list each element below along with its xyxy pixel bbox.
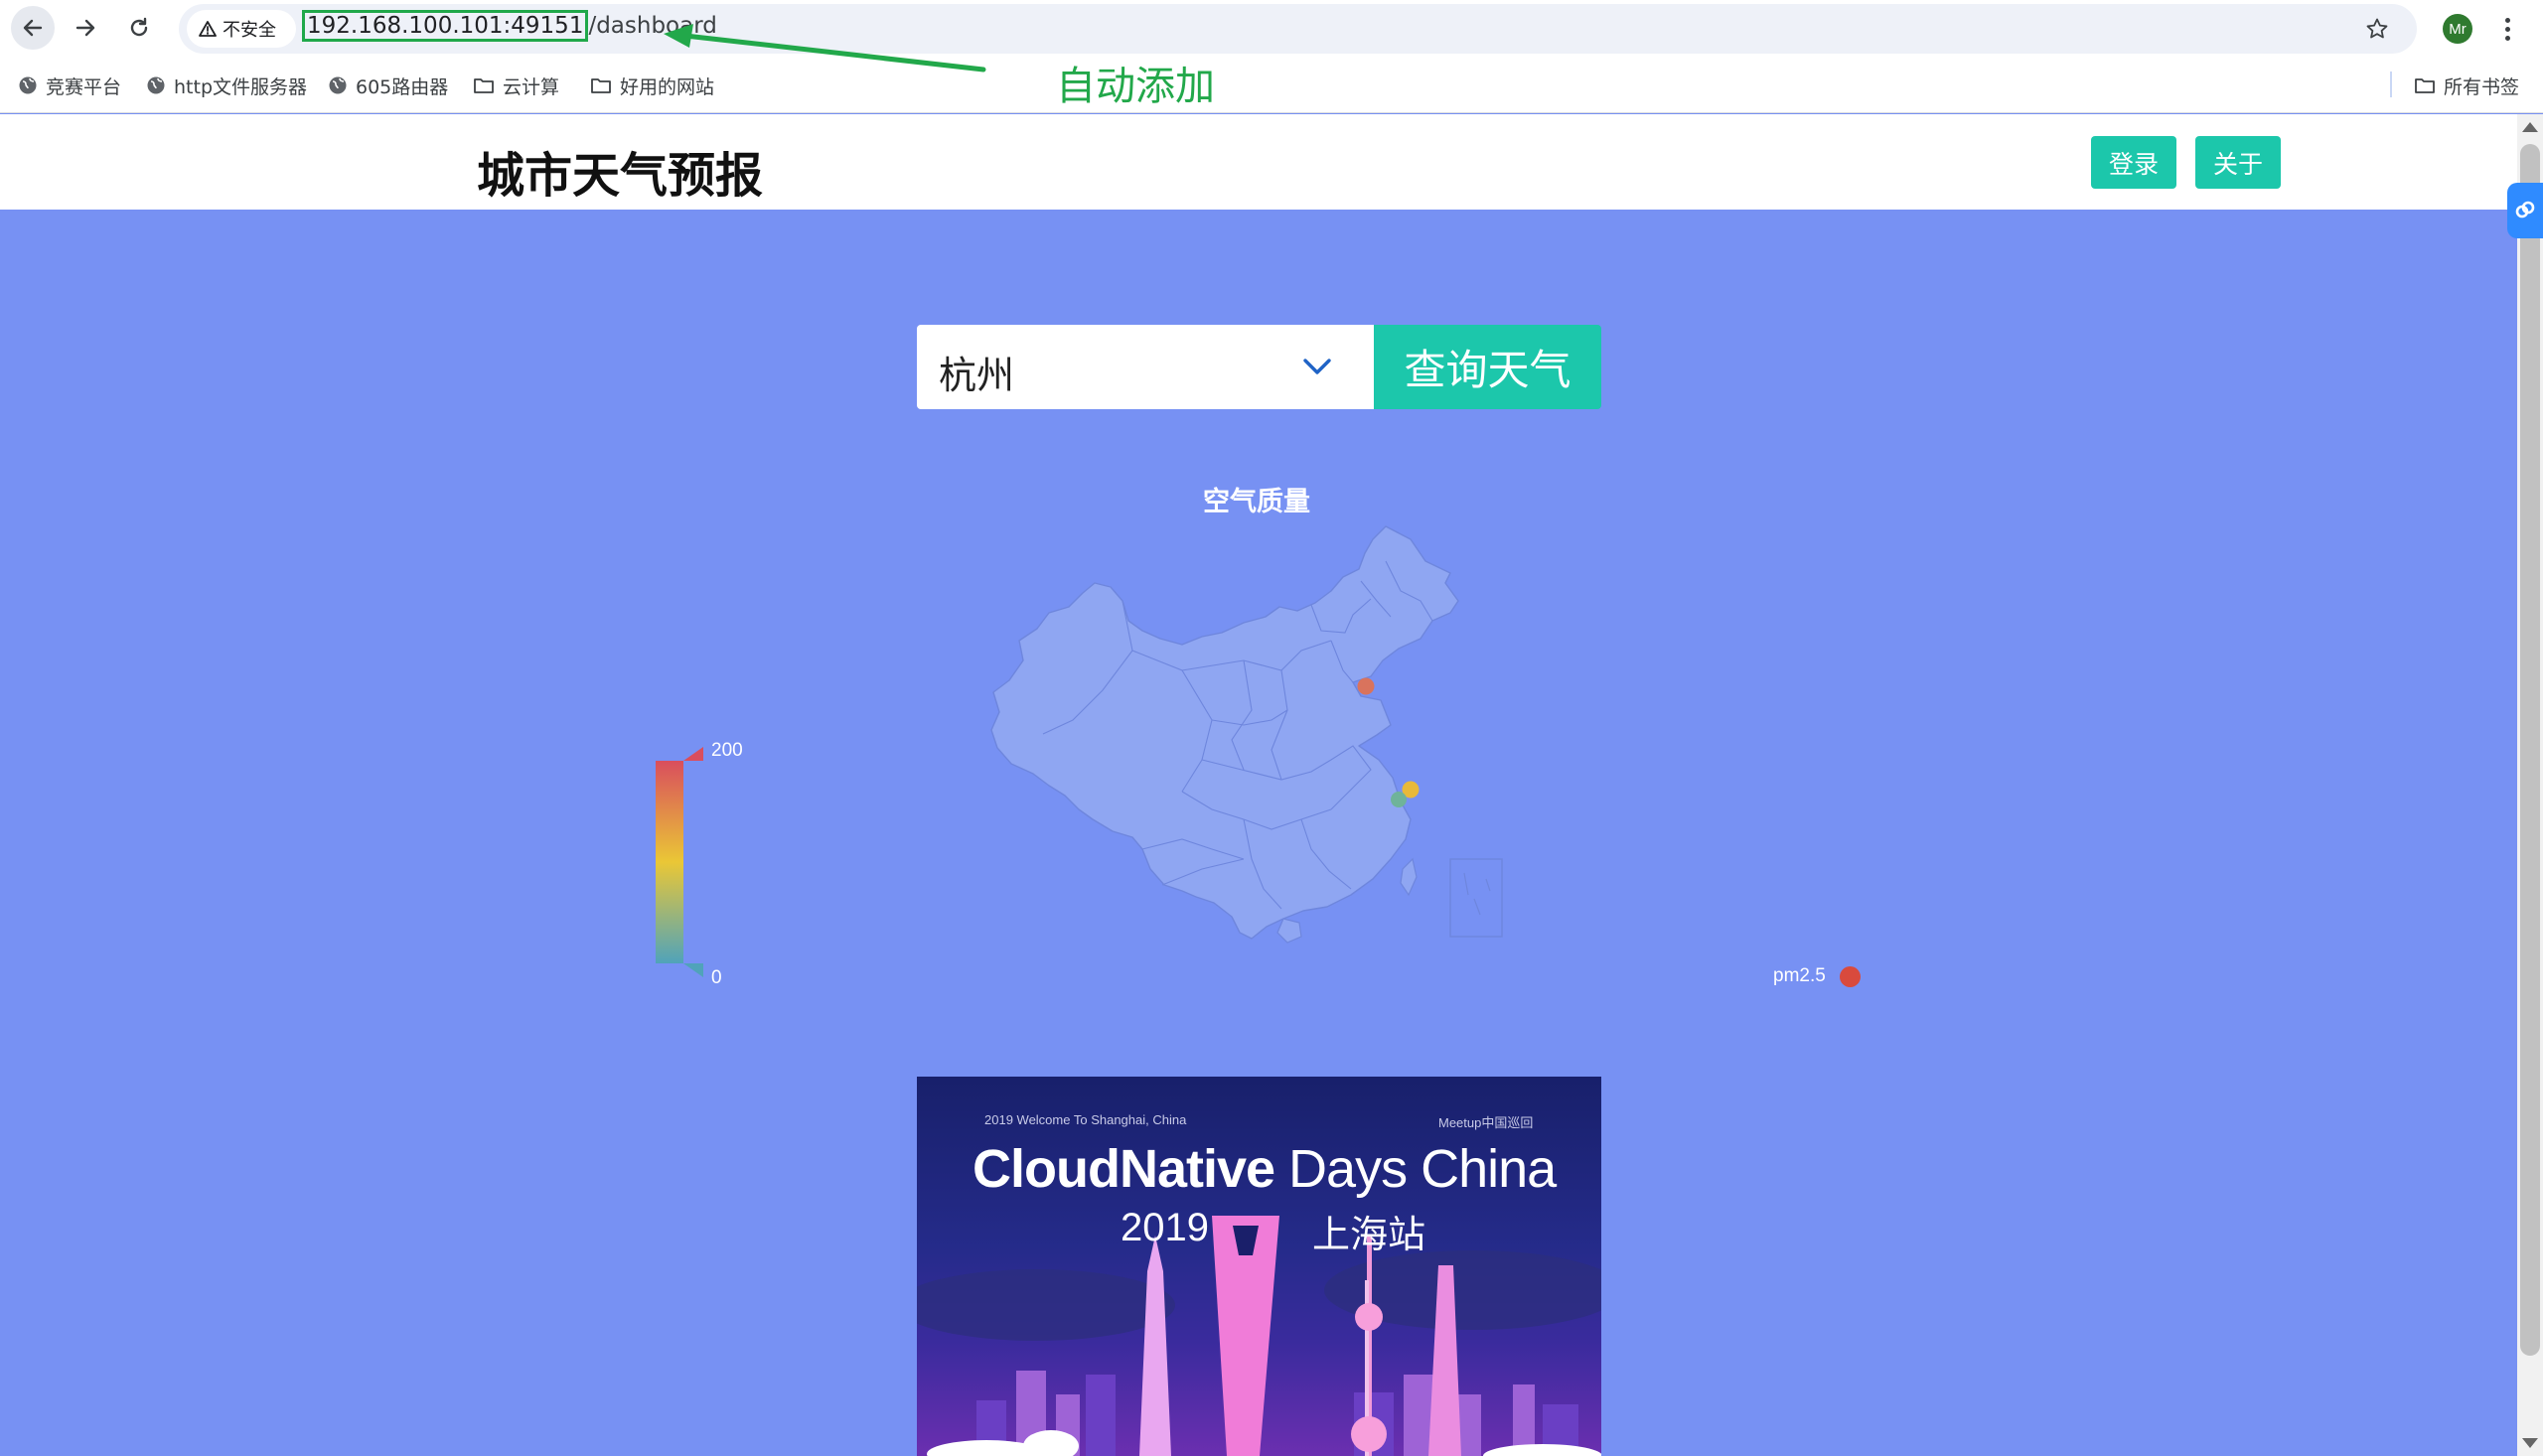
city-select-value: 杭州 [939, 354, 1015, 397]
star-icon [2366, 18, 2388, 39]
scroll-thumb[interactable] [2520, 144, 2540, 1356]
aq-point-hangzhou[interactable] [1391, 792, 1407, 807]
banner-year: 2019 [1121, 1206, 1209, 1249]
menu-dot [2504, 35, 2510, 41]
all-bookmarks-button[interactable]: 所有书签 [2414, 70, 2519, 101]
menu-dot [2504, 17, 2510, 23]
visual-map-bar [656, 761, 683, 963]
chart-title: 空气质量 [1203, 487, 1310, 517]
scroll-down-arrow[interactable] [2522, 1438, 2538, 1448]
menu-dot [2504, 26, 2510, 32]
all-bookmarks-label: 所有书签 [2444, 75, 2520, 98]
china-map[interactable] [983, 521, 1540, 958]
city-select[interactable]: 杭州 [917, 325, 1374, 409]
site-header: 城市天气预报 登录 关于 [0, 114, 2517, 210]
link-icon [2515, 201, 2535, 218]
bookmark-star-button[interactable] [2360, 12, 2394, 46]
bookmarks-divider [2390, 72, 2392, 97]
legend-label: pm2.5 [1773, 965, 1826, 986]
banner-headline-bold: CloudNative [972, 1139, 1275, 1199]
banner-headline: CloudNative Days China [972, 1138, 1557, 1200]
annotation-arrow [664, 24, 986, 73]
banner-top-left-text: 2019 Welcome To Shanghai, China [984, 1112, 1187, 1127]
map-outline [990, 525, 1459, 940]
map-island [1400, 857, 1418, 897]
south-sea-inset [1449, 858, 1503, 938]
query-weather-button[interactable]: 查询天气 [1374, 325, 1601, 409]
event-banner: 2019 Welcome To Shanghai, China Meetup中国… [917, 1077, 1601, 1456]
banner-city: 上海站 [1312, 1213, 1426, 1256]
annotation-text: 自动添加 [1056, 64, 1215, 109]
page-scrollbar[interactable] [2517, 114, 2543, 1456]
browser-menu-button[interactable] [2497, 12, 2517, 46]
chevron-down-icon [1303, 359, 1331, 374]
banner-headline-rest: Days China [1274, 1139, 1557, 1199]
folder-icon [2415, 78, 2435, 93]
page-title: 城市天气预报 [477, 148, 764, 204]
visual-map-handle-bottom[interactable] [683, 963, 703, 977]
visual-map-min-label: 0 [711, 967, 722, 988]
scroll-up-arrow[interactable] [2522, 122, 2538, 132]
legend-marker [1839, 965, 1861, 987]
south-sea-islands [1463, 872, 1491, 916]
chart-legend[interactable]: pm2.5 [1773, 965, 1861, 987]
visual-map-max-label: 200 [711, 740, 743, 761]
profile-avatar[interactable]: Mr [2443, 14, 2472, 44]
side-widget-button[interactable] [2507, 183, 2543, 238]
login-button[interactable]: 登录 [2091, 136, 2176, 189]
about-button[interactable]: 关于 [2195, 136, 2281, 189]
banner-top-right-text: Meetup中国巡回 [1438, 1115, 1534, 1130]
aq-point-north[interactable] [1357, 677, 1375, 695]
visual-map-scale[interactable] [654, 747, 713, 985]
skyline-illustration [917, 1216, 1601, 1456]
map-island [1276, 918, 1302, 944]
visual-map-handle-top[interactable] [683, 747, 703, 761]
